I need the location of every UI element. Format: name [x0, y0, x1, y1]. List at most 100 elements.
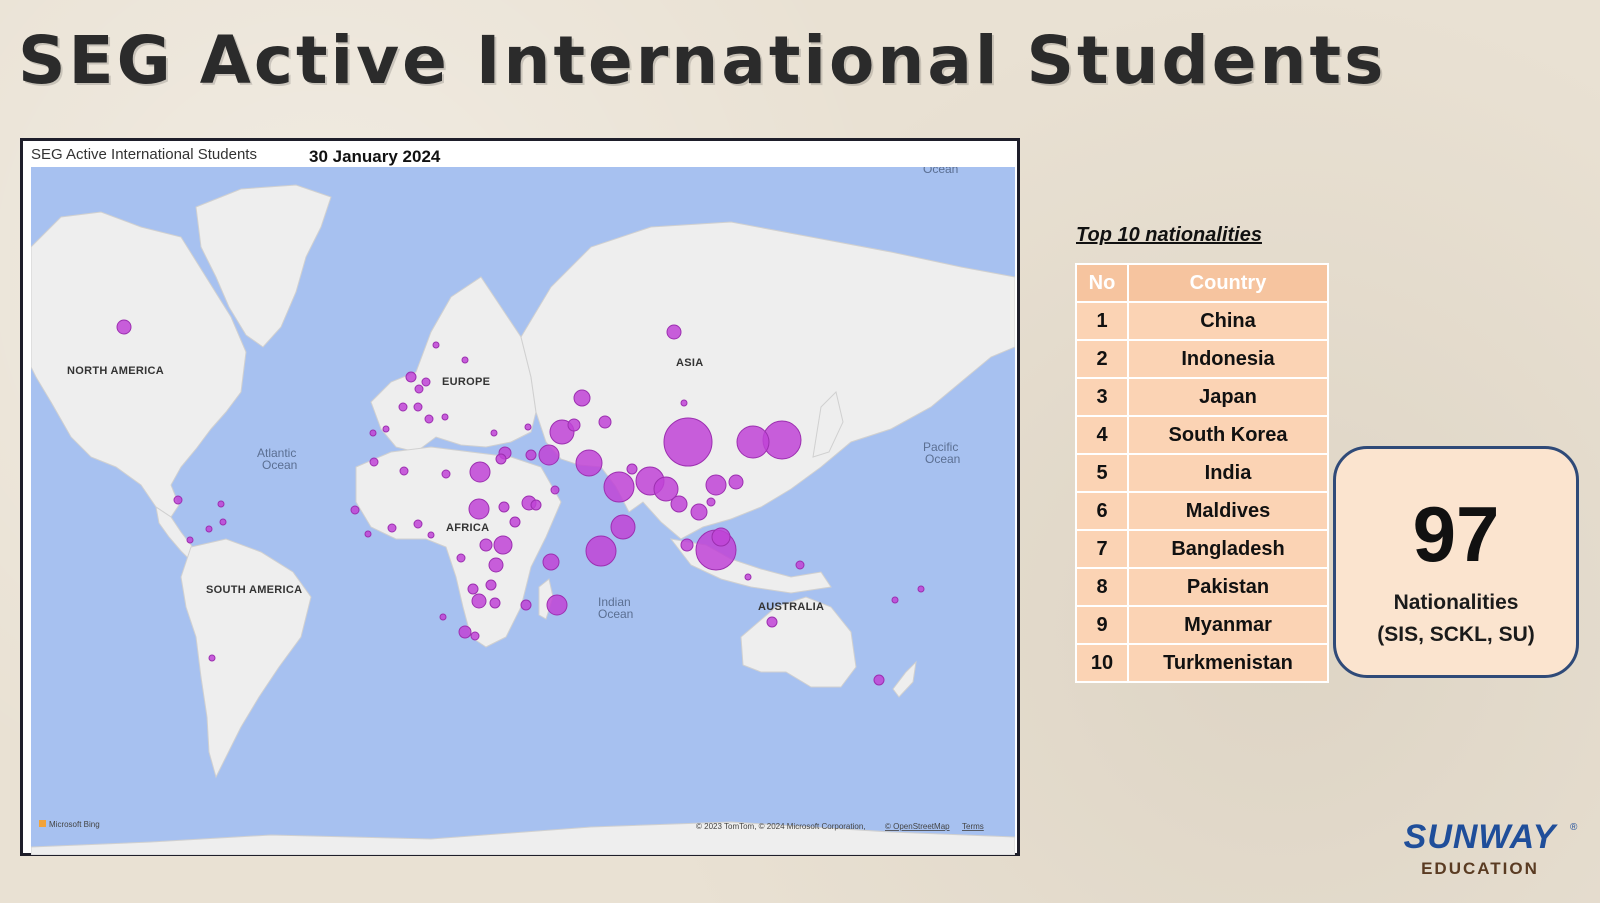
- bubble[interactable]: [432, 341, 440, 349]
- bubble[interactable]: [525, 449, 537, 461]
- bubble[interactable]: [413, 402, 423, 412]
- bubble[interactable]: [369, 457, 379, 467]
- bubble[interactable]: [520, 599, 532, 611]
- bubble[interactable]: [705, 474, 727, 496]
- bubble[interactable]: [469, 461, 491, 483]
- bubble[interactable]: [398, 402, 408, 412]
- bubble-india[interactable]: [603, 471, 635, 503]
- bubble[interactable]: [414, 384, 424, 394]
- bubble[interactable]: [205, 525, 213, 533]
- bubble[interactable]: [495, 453, 507, 465]
- label-asia: ASIA: [676, 357, 703, 369]
- map-date: 30 January 2024: [309, 147, 441, 166]
- bubble[interactable]: [490, 429, 498, 437]
- bubble[interactable]: [468, 498, 490, 520]
- bubble[interactable]: [173, 495, 183, 505]
- bubble[interactable]: [382, 425, 390, 433]
- bubble[interactable]: [706, 497, 716, 507]
- bubble-china[interactable]: [663, 417, 713, 467]
- bubble[interactable]: [530, 499, 542, 511]
- label-south-america: SOUTH AMERICA: [206, 584, 302, 596]
- bubble[interactable]: [456, 553, 466, 563]
- table-row: 3 Japan: [1075, 377, 1329, 417]
- bubble[interactable]: [610, 514, 636, 540]
- bubble[interactable]: [711, 527, 731, 547]
- bubble[interactable]: [427, 531, 435, 539]
- bubble[interactable]: [670, 495, 688, 513]
- label-arctic-ocean: Ocean: [923, 167, 958, 176]
- bubble-maldives[interactable]: [585, 535, 617, 567]
- bubble[interactable]: [369, 429, 377, 437]
- table-row: 4 South Korea: [1075, 415, 1329, 455]
- nationalities-count: 97: [1412, 490, 1500, 578]
- row-country: China: [1127, 301, 1329, 341]
- bubble-south-korea[interactable]: [736, 425, 770, 459]
- bubble[interactable]: [441, 469, 451, 479]
- bubble[interactable]: [573, 389, 591, 407]
- bubble[interactable]: [873, 674, 885, 686]
- bubble[interactable]: [405, 371, 417, 383]
- bubble[interactable]: [364, 530, 372, 538]
- terms-link[interactable]: Terms: [962, 822, 984, 831]
- bubble[interactable]: [542, 553, 560, 571]
- bubble[interactable]: [350, 505, 360, 515]
- bubble[interactable]: [891, 596, 899, 604]
- bubble[interactable]: [413, 519, 423, 529]
- bubble[interactable]: [424, 414, 434, 424]
- row-number: 10: [1075, 643, 1129, 683]
- bubble[interactable]: [917, 585, 925, 593]
- brand-subtitle: EDUCATION: [1421, 859, 1539, 878]
- bubble[interactable]: [116, 319, 132, 335]
- bubble[interactable]: [728, 474, 744, 490]
- row-country: Japan: [1127, 377, 1329, 417]
- row-number: 2: [1075, 339, 1129, 379]
- map-visual-title: SEG Active International Students: [31, 146, 257, 163]
- row-country: Indonesia: [1127, 339, 1329, 379]
- row-number: 7: [1075, 529, 1129, 569]
- bubble[interactable]: [489, 597, 501, 609]
- bubble[interactable]: [744, 573, 752, 581]
- bubble[interactable]: [387, 523, 397, 533]
- bubble-turkmenistan[interactable]: [575, 449, 603, 477]
- column-header-no: No: [1075, 263, 1129, 303]
- bubble[interactable]: [598, 415, 612, 429]
- bubble[interactable]: [524, 423, 532, 431]
- bubble[interactable]: [461, 356, 469, 364]
- table-header-row: No Country: [1075, 263, 1329, 303]
- bubble[interactable]: [498, 501, 510, 513]
- bubble[interactable]: [467, 583, 479, 595]
- column-header-country: Country: [1127, 263, 1329, 303]
- map-visual[interactable]: SEG Active International Students 30 Jan…: [20, 138, 1020, 856]
- row-number: 5: [1075, 453, 1129, 493]
- bubble[interactable]: [441, 413, 449, 421]
- bubble[interactable]: [509, 516, 521, 528]
- bubble[interactable]: [766, 616, 778, 628]
- bubble[interactable]: [538, 444, 560, 466]
- bubble[interactable]: [186, 536, 194, 544]
- bubble[interactable]: [485, 579, 497, 591]
- bubble[interactable]: [795, 560, 805, 570]
- bubble[interactable]: [666, 324, 682, 340]
- world-map[interactable]: NORTH AMERICA SOUTH AMERICA EUROPE ASIA …: [31, 167, 1015, 855]
- bubble[interactable]: [546, 594, 568, 616]
- bubble[interactable]: [471, 593, 487, 609]
- bubble[interactable]: [626, 463, 638, 475]
- bubble[interactable]: [208, 654, 216, 662]
- bubble[interactable]: [399, 466, 409, 476]
- bubble[interactable]: [488, 557, 504, 573]
- bing-logo[interactable]: Microsoft Bing: [39, 820, 100, 829]
- bubble[interactable]: [680, 399, 688, 407]
- bubble[interactable]: [470, 631, 480, 641]
- bubble[interactable]: [219, 518, 227, 526]
- bubble[interactable]: [567, 418, 581, 432]
- bubble[interactable]: [479, 538, 493, 552]
- bubble[interactable]: [217, 500, 225, 508]
- openstreetmap-link[interactable]: © OpenStreetMap: [885, 822, 950, 831]
- bubble[interactable]: [439, 613, 447, 621]
- bubble[interactable]: [493, 535, 513, 555]
- bubble[interactable]: [680, 538, 694, 552]
- bubble[interactable]: [458, 625, 472, 639]
- bubble[interactable]: [421, 377, 431, 387]
- bubble[interactable]: [550, 485, 560, 495]
- bubble[interactable]: [690, 503, 708, 521]
